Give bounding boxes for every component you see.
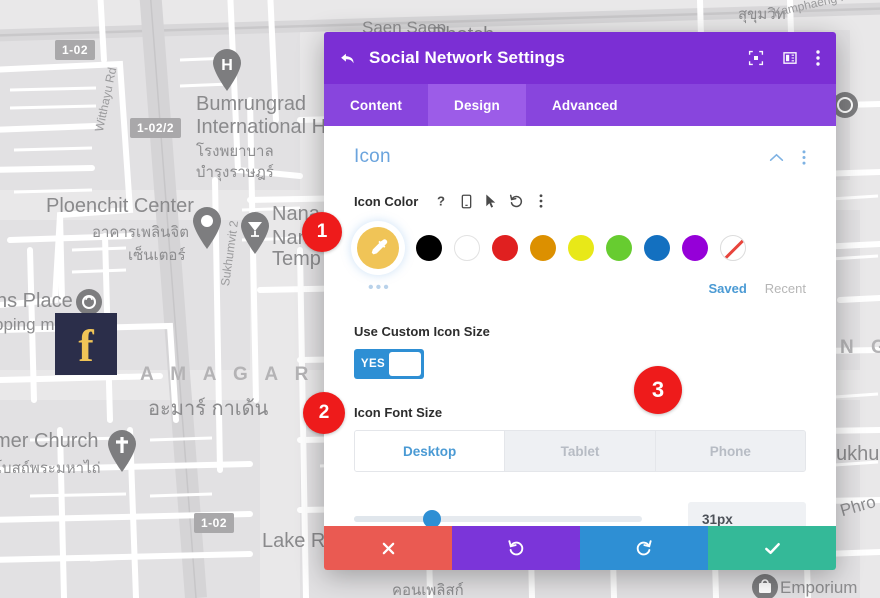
modal-body: Icon Icon Color ? [324, 126, 836, 526]
toggle-value-label: YES [357, 358, 389, 370]
tab-content[interactable]: Content [324, 84, 428, 126]
device-tab-tablet[interactable]: Tablet [505, 431, 655, 471]
color-kebab-menu-icon[interactable] [530, 190, 552, 212]
swatch-green[interactable] [606, 235, 632, 261]
swatch-meta-row: ••• Saved Recent [354, 278, 806, 298]
svg-text:?: ? [437, 194, 445, 208]
church-pin [105, 428, 139, 472]
check-icon [763, 539, 782, 558]
icon-font-size-slider[interactable] [354, 516, 642, 522]
icon-color-label-row: Icon Color ? [354, 190, 806, 212]
layout-columns-icon[interactable] [782, 50, 798, 66]
road-shield: 1-02 [55, 40, 95, 60]
tab-design[interactable]: Design [428, 84, 526, 126]
active-color-swatch[interactable] [354, 224, 402, 272]
icon-font-size-label: Icon Font Size [354, 405, 806, 420]
hospital-pin: H [210, 47, 244, 91]
tab-advanced[interactable]: Advanced [526, 84, 644, 126]
swatch-yellow[interactable] [568, 235, 594, 261]
swatch-red[interactable] [492, 235, 518, 261]
redo-button[interactable] [580, 526, 708, 570]
swatch-purple[interactable] [682, 235, 708, 261]
cursor-icon[interactable] [480, 190, 502, 212]
svg-text:H: H [221, 57, 233, 74]
device-tab-phone[interactable]: Phone [656, 431, 805, 471]
recent-colors-tab[interactable]: Recent [765, 281, 806, 296]
bag-pin [748, 570, 782, 598]
custom-icon-size-label: Use Custom Icon Size [354, 324, 806, 339]
swatch-blue[interactable] [644, 235, 670, 261]
swatch-none[interactable] [720, 235, 746, 261]
back-arrow-icon[interactable] [338, 49, 357, 68]
saved-colors-tab[interactable]: Saved [708, 281, 746, 296]
modal-header: Social Network Settings [324, 32, 836, 84]
section-kebab-menu-icon[interactable] [802, 150, 806, 165]
device-tab-desktop[interactable]: Desktop [355, 431, 505, 471]
help-icon[interactable]: ? [430, 190, 452, 212]
annotation-badge-2: 2 [303, 392, 345, 434]
road-shield: 1-02 [194, 513, 234, 533]
undo-button[interactable] [452, 526, 580, 570]
place-pin [190, 205, 224, 249]
toggle-knob [389, 352, 421, 376]
modal-tab-bar: ContentDesignAdvanced [324, 84, 836, 126]
kebab-menu-icon[interactable] [816, 50, 820, 66]
annotation-badge-1: 1 [302, 212, 342, 252]
icon-font-size-input[interactable] [688, 502, 806, 526]
fullscreen-icon[interactable] [748, 50, 764, 66]
annotation-badge-3: 3 [634, 366, 682, 414]
settings-modal: Social Network Settings ContentDesignAdv… [324, 32, 836, 570]
custom-icon-size-toggle[interactable]: YES [354, 349, 424, 379]
slider-fill [354, 516, 432, 522]
modal-title: Social Network Settings [369, 48, 730, 68]
close-icon [380, 540, 397, 557]
redo-icon [635, 539, 653, 557]
road-shield: 1-02/2 [130, 118, 181, 138]
preset-swatch-list [416, 235, 758, 261]
active-color-fill [357, 227, 399, 269]
save-button[interactable] [708, 526, 836, 570]
mobile-icon[interactable] [455, 190, 477, 212]
swatch-orange[interactable] [530, 235, 556, 261]
swatch-black[interactable] [416, 235, 442, 261]
custom-icon-size-block: Use Custom Icon Size YES [354, 324, 806, 379]
facebook-f-glyph: f [78, 323, 93, 369]
slider-handle[interactable] [423, 510, 441, 526]
color-swatch-row [354, 224, 806, 272]
eyedropper-icon [367, 237, 389, 259]
device-tab-group: DesktopTabletPhone [354, 430, 806, 472]
cancel-button[interactable] [324, 526, 452, 570]
undo-icon [507, 539, 525, 557]
section-title: Icon [354, 146, 751, 168]
chevron-up-icon[interactable] [769, 153, 784, 162]
reset-icon[interactable] [505, 190, 527, 212]
modal-footer [324, 526, 836, 570]
icon-font-size-block: Icon Font Size DesktopTabletPhone [354, 405, 806, 526]
swatch-white[interactable] [454, 235, 480, 261]
icon-section-header: Icon [354, 146, 806, 168]
facebook-icon-module-preview[interactable]: f [55, 313, 117, 375]
icon-font-size-slider-row [354, 502, 806, 526]
restaurant-pin [238, 210, 272, 254]
icon-color-label: Icon Color [354, 194, 418, 209]
more-colors-icon[interactable]: ••• [368, 280, 391, 296]
